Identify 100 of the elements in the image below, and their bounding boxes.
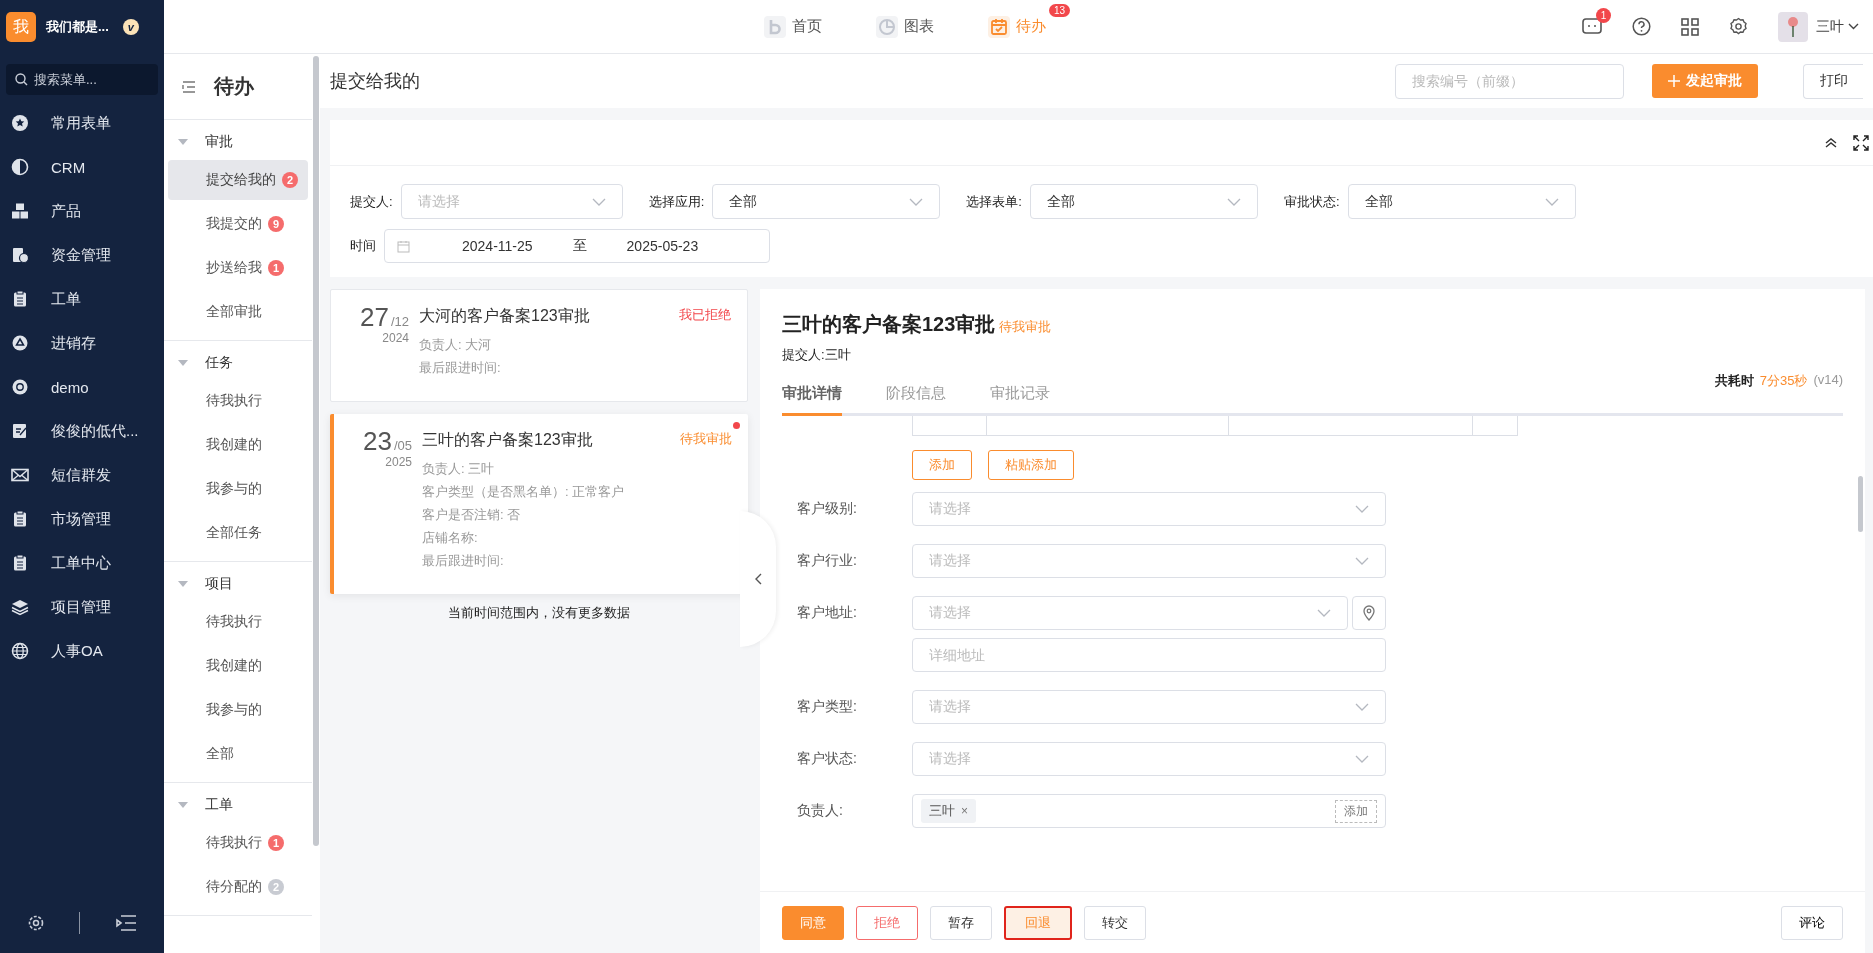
submenu-item[interactable]: 我参与的 — [168, 690, 308, 730]
add-person-button[interactable]: 添加 — [1335, 799, 1377, 823]
message-icon[interactable] — [1582, 17, 1602, 36]
filter-select[interactable]: 全部 — [1347, 184, 1576, 219]
chevron-down-icon — [591, 197, 606, 206]
help-icon[interactable] — [1632, 17, 1651, 36]
group-header[interactable]: 工单 — [164, 787, 312, 823]
app-logo: 我 — [6, 12, 36, 42]
count-badge: 1 — [268, 835, 284, 851]
submenu-item[interactable]: 抄送给我 1 — [168, 248, 308, 288]
nav-item[interactable]: 市场管理 — [0, 497, 164, 541]
submenu-item[interactable]: 待我执行 1 — [168, 823, 308, 863]
date-range-field[interactable]: 2024-11-25 至 2025-05-23 — [384, 229, 770, 263]
nav-item[interactable]: 项目管理 — [0, 585, 164, 629]
nav-item[interactable]: demo — [0, 365, 164, 409]
fullscreen-icon[interactable] — [1853, 134, 1869, 151]
location-button[interactable] — [1352, 596, 1386, 630]
settings-icon[interactable] — [27, 914, 46, 932]
nav-item[interactable]: 常用表单 — [0, 101, 164, 145]
submenu-item[interactable]: 全部任务 — [168, 513, 308, 553]
plus-icon — [1668, 75, 1680, 87]
chevron-left-icon — [754, 573, 762, 585]
group-header[interactable]: 项目 — [164, 566, 312, 602]
nav-item[interactable]: CRM — [0, 145, 164, 189]
submenu-item[interactable]: 待我执行 — [168, 381, 308, 421]
field-label: 客户地址: — [796, 603, 858, 622]
elapsed-time: 7分35秒 — [1759, 372, 1808, 390]
nav-item[interactable]: 资金管理 — [0, 233, 164, 277]
field-label: 负责人: — [796, 801, 844, 820]
action-button[interactable]: 暂存 — [930, 905, 992, 940]
approval-card[interactable]: 27/12 2024 大河的客户备案123审批 我已拒绝 负责人: 大河 最后跟进时间: — [330, 289, 748, 402]
filter-select[interactable]: 全部 — [1029, 184, 1258, 219]
submenu-item[interactable]: 全部审批 — [168, 292, 308, 332]
approval-card[interactable]: 23/05 2025 三叶的客户备案123审批 待我审批 负责人: 三叶 客户类型（是否黑名单）: 正常客户 客户是否注销: 否 店铺名称: 最后跟进时间: — [330, 414, 748, 594]
menu-icon[interactable] — [182, 80, 196, 93]
nav-item[interactable]: 进销存 — [0, 321, 164, 365]
group-header[interactable]: 审批 — [164, 124, 312, 160]
chevron-down-icon — [1355, 703, 1369, 711]
collapse-menu-icon[interactable] — [114, 915, 137, 931]
chevron-down-icon — [1355, 557, 1369, 565]
vip-badge: v — [122, 19, 139, 35]
card-field: 负责人: 三叶 — [422, 460, 732, 478]
globe-icon — [11, 642, 29, 660]
submenu-item[interactable]: 我提交的 9 — [168, 204, 308, 244]
nav-item[interactable]: 人事OA — [0, 629, 164, 673]
apps-grid-icon[interactable] — [1681, 17, 1699, 36]
submenu-item[interactable]: 我参与的 — [168, 469, 308, 509]
submenu-item[interactable]: 待我执行 — [168, 602, 308, 642]
company-name[interactable]: 我们都是... — [46, 18, 109, 36]
submenu-item[interactable]: 提交给我的 2 — [168, 160, 308, 200]
chevron-down-icon — [1848, 23, 1859, 30]
field-label: 客户类型: — [796, 697, 858, 716]
status-label: 我已拒绝 — [679, 306, 731, 324]
top-nav-tab[interactable]: 待办 13 — [988, 1, 1070, 40]
print-button[interactable]: 打印 — [1803, 63, 1863, 99]
panel-title: 待办 — [214, 74, 254, 99]
detail-title: 三叶的客户备案123审批 — [782, 312, 996, 337]
collapse-up-icon[interactable] — [1825, 137, 1837, 148]
filter-select[interactable]: 全部 — [712, 184, 941, 219]
money-icon — [11, 246, 29, 264]
submitter-text: 提交人:三叶 — [782, 346, 852, 364]
chevron-down-icon — [1355, 755, 1369, 763]
filter-label: 选择表单: — [966, 192, 1022, 211]
nav-item[interactable]: 俊俊的低代... — [0, 409, 164, 453]
submenu-item[interactable]: 全部 — [168, 734, 308, 774]
mail-icon — [11, 466, 29, 484]
elapsed-label: 共耗时 — [1714, 372, 1754, 390]
user-menu[interactable]: 三叶 — [1816, 17, 1859, 36]
chevron-down-icon — [909, 197, 924, 206]
calendar-icon — [988, 15, 1010, 38]
nav-item[interactable]: 短信群发 — [0, 453, 164, 497]
group-header[interactable]: 任务 — [164, 345, 312, 381]
search-field[interactable]: 搜索编号（前缀） — [1395, 63, 1624, 99]
nav-item[interactable]: 工单中心 — [0, 541, 164, 585]
card-day: 23 — [363, 426, 392, 457]
card-field: 负责人: 大河 — [419, 336, 731, 354]
card-field: 最后跟进时间: — [422, 552, 732, 570]
detail-tab[interactable]: 审批详情 — [782, 384, 842, 416]
cycle-icon — [11, 334, 29, 352]
submenu-item[interactable]: 我创建的 — [168, 646, 308, 686]
menu-search-field[interactable]: 搜索菜单... — [6, 64, 158, 95]
action-button[interactable]: 转交 — [1084, 905, 1146, 940]
people-field[interactable]: 三叶 × 添加 — [912, 794, 1386, 828]
address-input-field[interactable]: 详细地址 — [912, 638, 1386, 672]
card-field: 客户类型（是否黑名单）: 正常客户 — [422, 483, 732, 501]
comment-button[interactable]: 评论 — [1781, 905, 1843, 940]
user-avatar[interactable] — [1778, 11, 1808, 42]
card-field: 最后跟进时间: — [419, 359, 731, 377]
nav-item[interactable]: 产品 — [0, 189, 164, 233]
settings-icon[interactable] — [1729, 17, 1748, 36]
card-field: 客户是否注销: 否 — [422, 506, 732, 524]
remove-tag-button[interactable]: × — [961, 804, 968, 818]
submenu-item[interactable]: 我创建的 — [168, 425, 308, 465]
field-label: 客户状态: — [796, 749, 858, 768]
count-badge: 2 — [282, 172, 298, 188]
nav-item[interactable]: 工单 — [0, 277, 164, 321]
top-nav-tab[interactable]: 图表 — [876, 1, 958, 40]
clipboard-icon — [11, 510, 29, 528]
top-nav-tab[interactable]: 首页 — [764, 1, 846, 40]
card-title: 大河的客户备案123审批 — [419, 306, 590, 326]
